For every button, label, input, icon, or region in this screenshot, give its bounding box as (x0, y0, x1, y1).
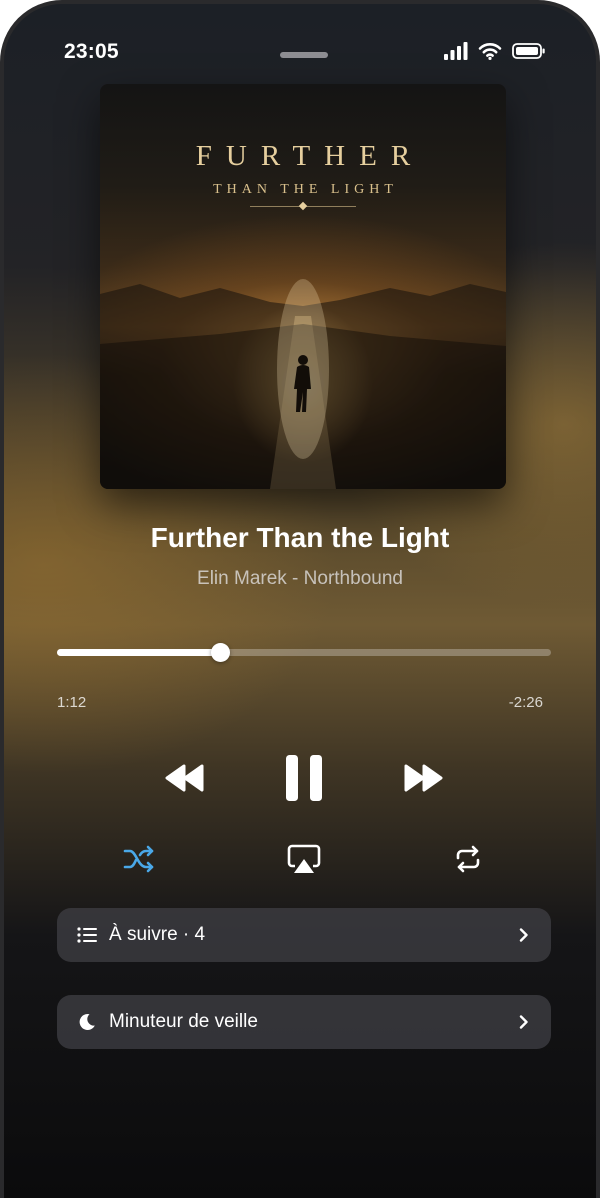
wifi-icon (478, 43, 502, 60)
rewind-button[interactable] (164, 761, 206, 800)
repeat-button[interactable] (453, 844, 483, 879)
shuffle-button[interactable] (122, 844, 156, 879)
shuffle-icon (123, 845, 154, 873)
elapsed-time: 1:12 (57, 694, 87, 711)
chevron-right-icon (519, 1015, 528, 1029)
progress-knob[interactable] (211, 643, 231, 662)
sheet-grabber[interactable] (280, 52, 328, 58)
airplay-button[interactable] (287, 844, 321, 881)
cellular-signal-icon (444, 42, 468, 60)
artwork-subtitle: THAN THE LIGHT (213, 182, 398, 197)
status-icons (444, 42, 546, 60)
fast-forward-icon (404, 764, 443, 792)
airplay-icon (287, 844, 321, 873)
artwork-title: FURTHER (195, 140, 425, 172)
chevron-right-icon (519, 928, 528, 942)
progress-fill (57, 649, 221, 656)
up-next-row[interactable]: À suivre · 4 (57, 908, 551, 962)
rewind-icon (165, 764, 204, 792)
battery-icon (512, 43, 545, 59)
repeat-icon (456, 845, 480, 873)
sleep-timer-row[interactable]: Minuteur de veille (57, 995, 551, 1049)
remaining-time: -2:26 (508, 694, 543, 711)
pause-icon (286, 755, 322, 801)
now-playing-screen: 23:05 FURTHER THAN THE LIGHT Further Tha… (0, 0, 600, 1198)
track-title: Further Than the Light (150, 522, 450, 553)
album-artwork: FURTHER THAN THE LIGHT (100, 84, 506, 489)
sleep-timer-label: Minuteur de veille (109, 1011, 258, 1032)
fast-forward-button[interactable] (402, 761, 444, 800)
moon-icon (79, 1013, 95, 1030)
progress-slider[interactable] (57, 643, 551, 662)
up-next-label: À suivre · 4 (109, 924, 206, 945)
list-icon (77, 927, 97, 943)
status-time: 23:05 (64, 40, 119, 63)
track-artist-album[interactable]: Elin Marek - Northbound (4, 568, 596, 590)
pause-button[interactable] (284, 754, 324, 807)
status-bar: 23:05 (4, 4, 596, 94)
